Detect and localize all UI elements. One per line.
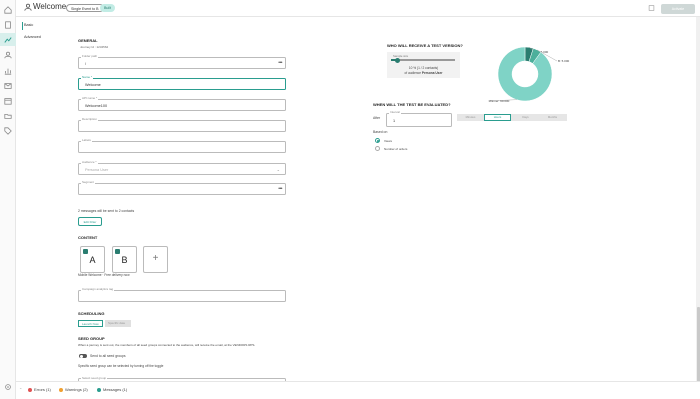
left-rail bbox=[0, 0, 16, 399]
interval-field[interactable]: 1 bbox=[386, 113, 452, 127]
more-icon[interactable]: ••• bbox=[278, 60, 282, 66]
messages-note: 2 messages will be sent to 2 contacts bbox=[78, 209, 135, 213]
variant-thumbnail bbox=[83, 249, 88, 254]
seed-group-select-label: Select seed group bbox=[81, 376, 108, 380]
split-pie-chart: A: 5.000B: 5.000Winner: 90.000 bbox=[487, 46, 570, 103]
chart-icon[interactable] bbox=[3, 66, 13, 76]
pie-slice-2 bbox=[497, 46, 553, 102]
nav-item-advanced[interactable]: Advanced bbox=[24, 35, 41, 39]
seed-group-note: Specific seed group can be selected by t… bbox=[78, 364, 164, 368]
after-label: After bbox=[373, 116, 381, 120]
pie-label-2: Winner: 90.000 bbox=[489, 99, 510, 103]
edit-filter-button[interactable]: Edit Filter bbox=[78, 217, 102, 226]
pie-label-1: B: 5.000 bbox=[558, 59, 570, 63]
home-icon[interactable] bbox=[3, 5, 13, 15]
errors-tab[interactable]: Errors (1) bbox=[28, 387, 51, 392]
settings-icon[interactable] bbox=[3, 382, 13, 392]
validation-bar: ⌃ Errors (1) Warnings (2) Messages (1) bbox=[16, 381, 700, 399]
journey-type-badge: Single Event to B bbox=[66, 4, 104, 12]
labels-field[interactable] bbox=[78, 141, 286, 153]
evaluation-heading: WHEN WILL THE TEST BE EVALUATED? bbox=[373, 102, 451, 107]
preview-icon[interactable] bbox=[648, 5, 655, 11]
radio-views[interactable] bbox=[375, 138, 380, 143]
interval-unit-tabs: Minutes Hours Days Months bbox=[457, 114, 567, 121]
error-icon bbox=[28, 387, 32, 392]
radio-orders[interactable] bbox=[375, 146, 380, 151]
audience-select[interactable]: Persona User ⌄ bbox=[78, 163, 286, 175]
messages-tab[interactable]: Messages (1) bbox=[97, 387, 127, 392]
scrollbar[interactable] bbox=[696, 17, 700, 387]
tab-minutes[interactable]: Minutes bbox=[457, 114, 484, 121]
status-badge: Built bbox=[100, 4, 115, 12]
name-label: Name * bbox=[81, 75, 94, 79]
interval-label: Interval bbox=[389, 110, 401, 114]
name-field[interactable]: Welcome bbox=[78, 78, 286, 90]
document-icon[interactable] bbox=[3, 20, 13, 30]
info-icon bbox=[97, 387, 101, 392]
sample-size-slider[interactable] bbox=[391, 57, 455, 63]
radio-orders-label: Number of orders bbox=[384, 147, 408, 151]
seed-group-description: When a journey is sent out, the members … bbox=[78, 343, 256, 347]
variant-card-a[interactable]: A bbox=[80, 246, 105, 273]
tab-hours[interactable]: Hours bbox=[484, 114, 511, 121]
launch-now-option[interactable]: Launch Now bbox=[78, 320, 103, 327]
contacts-icon[interactable] bbox=[3, 50, 13, 60]
seed-group-toggle-label: Send to all seed groups bbox=[90, 354, 126, 358]
collapse-chevron-icon[interactable]: ⌃ bbox=[19, 387, 22, 392]
campaign-tag-label: Campaign analytics tag bbox=[81, 287, 115, 291]
nav-item-basic[interactable]: Basic bbox=[24, 23, 33, 27]
plus-icon: + bbox=[152, 253, 159, 264]
variant-thumbnail bbox=[115, 249, 120, 254]
warnings-tab[interactable]: Warnings (2) bbox=[59, 387, 88, 392]
sample-percent: 10 % (1 / 2 contacts) bbox=[408, 66, 439, 70]
description-label: Description bbox=[81, 117, 99, 121]
folder-icon[interactable] bbox=[3, 111, 13, 121]
slider-handle[interactable] bbox=[394, 57, 400, 63]
content-footer-note: Mobile Welcome · Free delivery now bbox=[78, 273, 130, 277]
variant-card-b[interactable]: B bbox=[112, 246, 137, 273]
tab-months[interactable]: Months bbox=[539, 114, 566, 121]
folder-path-field[interactable]: / ••• bbox=[78, 57, 286, 69]
user-icon bbox=[24, 3, 32, 11]
campaign-tag-field[interactable] bbox=[78, 290, 286, 302]
journey-icon[interactable] bbox=[0, 33, 16, 46]
segment-label: Segment bbox=[81, 180, 96, 184]
description-field[interactable] bbox=[78, 120, 286, 132]
tab-days[interactable]: Days bbox=[512, 114, 539, 121]
segment-field[interactable]: ••• bbox=[78, 183, 286, 195]
tag-icon[interactable] bbox=[3, 126, 13, 136]
chevron-down-icon: ⌄ bbox=[276, 167, 280, 172]
specific-date-option[interactable]: Specific date bbox=[105, 320, 131, 327]
journey-id: Journey Id : 1234562 bbox=[80, 45, 109, 49]
active-indicator bbox=[22, 22, 23, 30]
calendar-icon[interactable] bbox=[3, 96, 13, 106]
top-bar: Welcome Single Event to B Built Activate bbox=[16, 0, 700, 17]
section-nav: Basic Advanced bbox=[16, 17, 72, 387]
scrollbar-thumb[interactable] bbox=[696, 307, 700, 387]
sample-size-box: Sample size 10 % (1 / 2 contacts) of aud… bbox=[387, 52, 460, 78]
general-heading: GENERAL bbox=[78, 38, 98, 43]
seed-group-heading: SEED GROUP bbox=[78, 336, 105, 341]
labels-label: Labels bbox=[81, 138, 92, 142]
sample-audience: of audience Persona User bbox=[404, 71, 443, 75]
seed-group-toggle[interactable] bbox=[79, 354, 87, 358]
warning-icon bbox=[59, 387, 63, 392]
content-heading: CONTENT bbox=[78, 235, 98, 240]
page-title: Welcome bbox=[33, 2, 67, 11]
scheduling-heading: SCHEDULING bbox=[78, 311, 105, 316]
add-variant-button[interactable]: + bbox=[143, 246, 168, 273]
activate-button[interactable]: Activate bbox=[661, 4, 695, 14]
test-version-heading: WHO WILL RECEIVE A TEST VERSION? bbox=[387, 43, 463, 48]
audience-label: Audience * bbox=[81, 160, 98, 164]
radio-views-label: Views bbox=[384, 139, 392, 143]
mail-icon[interactable] bbox=[3, 81, 13, 91]
api-name-field[interactable]: Welcome100 bbox=[78, 99, 286, 111]
folder-path-label: Folder path bbox=[81, 54, 99, 58]
api-name-label: API name * bbox=[81, 96, 99, 100]
more-icon[interactable]: ••• bbox=[278, 186, 282, 192]
based-on-label: Based on bbox=[373, 130, 388, 134]
